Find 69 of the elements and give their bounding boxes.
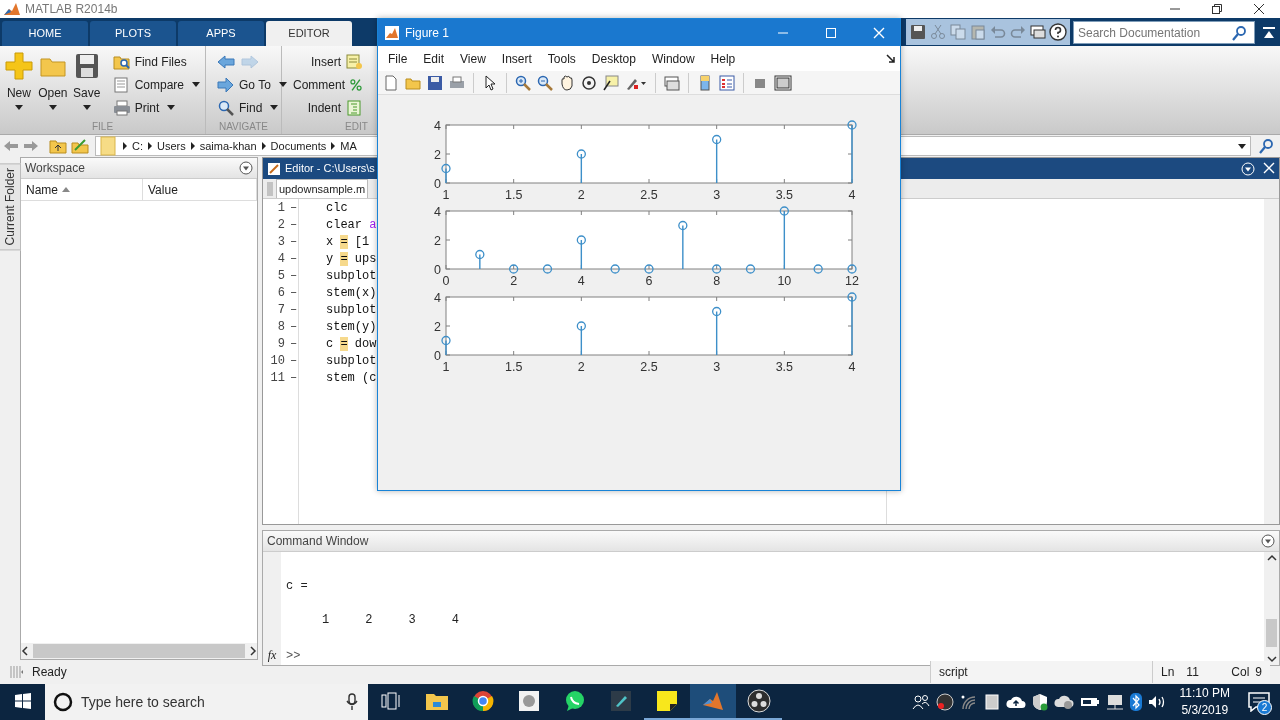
section-title: FILE bbox=[91, 120, 114, 134]
tick-label: 4 bbox=[848, 188, 856, 202]
code-line: stem(y) bbox=[326, 318, 377, 336]
editor-title: Editor - C:\Users\s bbox=[285, 161, 375, 177]
line-number: 10 bbox=[269, 352, 285, 370]
code-line: clc bbox=[326, 199, 348, 217]
line-number: 1 bbox=[276, 199, 285, 217]
line-number: 6 bbox=[276, 284, 285, 302]
line-number: 3 bbox=[276, 233, 285, 251]
window-title: MATLAB R2014b bbox=[25, 1, 118, 18]
tick-label: 10 bbox=[777, 274, 792, 288]
code-line: x = [1 bbox=[326, 233, 370, 251]
tick-label: 4 bbox=[434, 118, 441, 133]
tick-label: 2 bbox=[434, 233, 441, 248]
status-text: Ready bbox=[32, 664, 67, 681]
tick-label: 1.5 bbox=[504, 188, 523, 202]
column-number: 9 bbox=[1255, 664, 1262, 681]
tick-label: 3.5 bbox=[775, 188, 794, 202]
code-line: subplot bbox=[326, 352, 377, 370]
code-line: y = ups bbox=[326, 250, 377, 268]
file-type: script bbox=[939, 664, 968, 681]
line-number: 4 bbox=[276, 250, 285, 268]
tick-label: 4 bbox=[848, 360, 856, 374]
window-title: Figure 1 bbox=[405, 24, 450, 42]
output-line: 1 2 3 4 bbox=[321, 612, 460, 629]
notification-badge: 2 bbox=[1257, 700, 1272, 715]
section-title: EDIT bbox=[345, 120, 368, 134]
tick-label: 2 bbox=[434, 319, 441, 334]
tick-label: 1.5 bbox=[504, 360, 523, 374]
section-title: NAVIGATE bbox=[218, 120, 269, 134]
tick-label: 0 bbox=[434, 176, 441, 191]
code-line: c = dow bbox=[326, 335, 377, 353]
code-line: stem (c bbox=[326, 369, 377, 387]
line-number: 9 bbox=[276, 335, 285, 353]
tick-label: 2 bbox=[577, 360, 585, 374]
tick-label: 0 bbox=[442, 274, 450, 288]
line-number: 7 bbox=[276, 301, 285, 319]
tick-label: 4 bbox=[577, 274, 585, 288]
tick-label: 2.5 bbox=[640, 360, 658, 374]
tick-label: 2 bbox=[577, 188, 585, 202]
tick-label: 2 bbox=[434, 147, 441, 162]
tick-label: 0 bbox=[434, 348, 441, 363]
panel-title: Workspace bbox=[25, 160, 85, 177]
line-number: 2 bbox=[276, 216, 285, 234]
tick-label: 1 bbox=[442, 360, 450, 374]
line-number: 8 bbox=[276, 318, 285, 336]
code-line: subplot bbox=[326, 267, 377, 285]
tick-label: 8 bbox=[713, 274, 721, 288]
tick-label: 3.5 bbox=[775, 360, 794, 374]
code-line: clear a bbox=[326, 216, 377, 234]
tick-label: 4 bbox=[434, 204, 441, 219]
tick-label: 2 bbox=[510, 274, 518, 288]
panel-title: Command Window bbox=[267, 533, 369, 550]
code-line: stem(x) bbox=[326, 284, 377, 302]
tick-label: 0 bbox=[434, 262, 441, 277]
tick-label: 2.5 bbox=[640, 188, 658, 202]
code-line: subplot bbox=[326, 301, 377, 319]
column-label: Col bbox=[1231, 664, 1250, 681]
tick-label: 1 bbox=[442, 188, 450, 202]
tick-label: 3 bbox=[713, 360, 721, 374]
line-number: 11 bbox=[1186, 664, 1199, 681]
line-number: 11 bbox=[269, 369, 285, 387]
tick-label: 3 bbox=[713, 188, 721, 202]
output-line: c = bbox=[286, 578, 309, 595]
line-number: 5 bbox=[276, 267, 285, 285]
tick-label: 6 bbox=[645, 274, 653, 288]
line-label: Ln bbox=[1161, 664, 1175, 681]
tick-label: 4 bbox=[434, 290, 441, 305]
tick-label: 12 bbox=[845, 274, 859, 288]
